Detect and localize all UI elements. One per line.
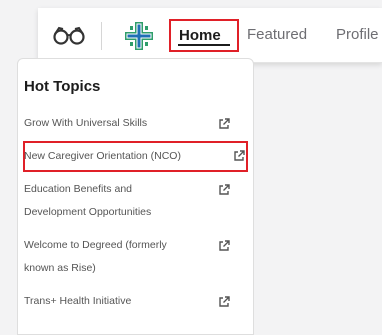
external-link-icon[interactable] bbox=[218, 240, 230, 252]
topic-label: Trans+ Health Initiative bbox=[24, 295, 132, 307]
topic-label-line2: known as Rise) bbox=[24, 262, 96, 274]
hot-topics-title: Hot Topics bbox=[24, 78, 101, 95]
topic-link-trans-health-initiative[interactable]: Trans+ Health Initiative bbox=[24, 290, 131, 313]
topic-label-line2: Development Opportunities bbox=[24, 206, 152, 218]
topic-label: Grow With Universal Skills bbox=[24, 117, 148, 129]
external-link-icon[interactable] bbox=[218, 296, 230, 308]
external-link-icon[interactable] bbox=[218, 118, 230, 130]
tab-home[interactable]: Home bbox=[169, 19, 239, 52]
brand-logo-icon[interactable] bbox=[125, 22, 153, 50]
topic-label: New Caregiver Orientation (NCO) bbox=[24, 150, 181, 162]
topic-link-education-benefits[interactable]: Education Benefits and Development Oppor… bbox=[24, 178, 151, 224]
topic-label-line1: Education Benefits and bbox=[24, 183, 132, 195]
tab-featured[interactable]: Featured bbox=[247, 8, 307, 62]
topic-label-line1: Welcome to Degreed (formerly bbox=[24, 239, 167, 251]
active-tab-underline bbox=[178, 44, 230, 46]
glasses-icon[interactable] bbox=[52, 25, 86, 45]
tab-home-label: Home bbox=[179, 27, 221, 44]
topic-link-new-caregiver-orientation[interactable]: New Caregiver Orientation (NCO) bbox=[24, 145, 181, 168]
topic-link-grow-with-universal-skills[interactable]: Grow With Universal Skills bbox=[24, 112, 147, 135]
tab-profile[interactable]: Profile bbox=[336, 8, 379, 62]
external-link-icon[interactable] bbox=[218, 184, 230, 196]
nav-divider bbox=[101, 22, 102, 50]
topic-link-welcome-to-degreed[interactable]: Welcome to Degreed (formerly known as Ri… bbox=[24, 234, 167, 280]
external-link-icon[interactable] bbox=[233, 150, 245, 162]
page: Home Featured Profile Hot Topics Grow Wi… bbox=[0, 0, 382, 335]
top-navigation: Home Featured Profile bbox=[38, 8, 382, 63]
